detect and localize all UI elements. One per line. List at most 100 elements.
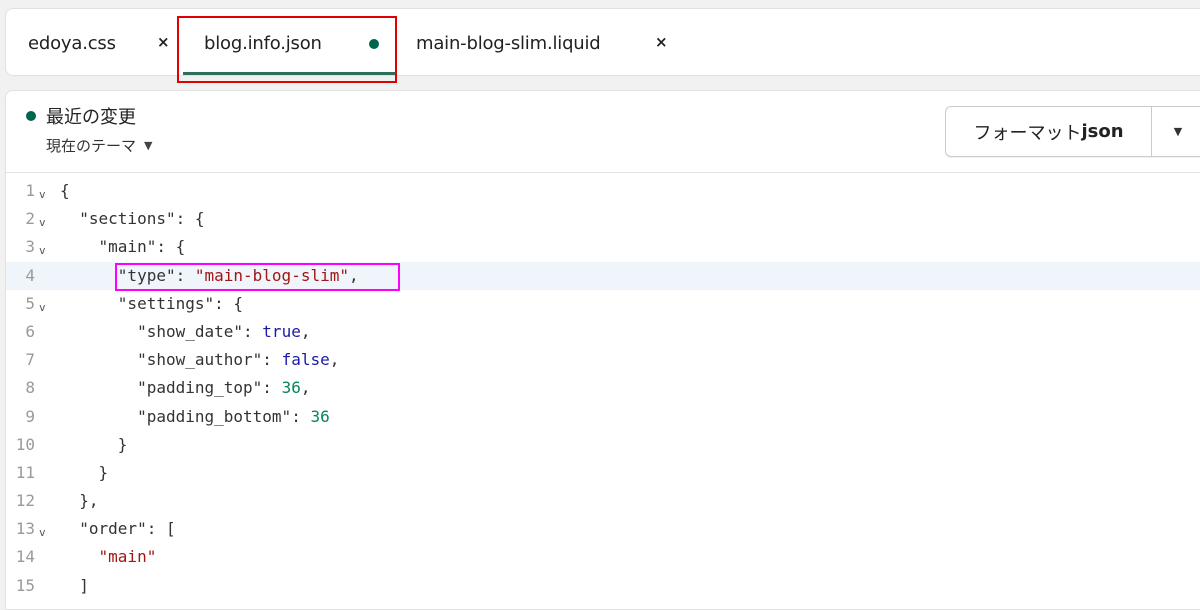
code-text: "type": "main-blog-slim", — [60, 262, 359, 290]
dot-icon — [26, 111, 36, 121]
code-token: { — [60, 181, 70, 200]
tab-label: main-blog-slim.liquid — [416, 33, 601, 54]
code-line: 14 "main" — [6, 543, 1200, 571]
code-line: 10 } — [6, 431, 1200, 459]
json-key: "main" — [98, 237, 157, 257]
dot-icon — [369, 39, 379, 49]
tab-label: edoya.css — [28, 33, 116, 54]
line-number: 1 — [25, 181, 35, 200]
code-text: "padding_bottom": 36 — [60, 403, 330, 431]
json-number: 36 — [281, 378, 301, 398]
code-text: "main" — [60, 543, 157, 571]
code-line: 7 "show_author": false, — [6, 346, 1200, 374]
json-key: "type" — [117, 265, 176, 285]
code-token: : — [262, 350, 282, 370]
code-token: ] — [79, 575, 89, 595]
code-token: : — [291, 406, 311, 426]
code-text: "order": [ — [60, 515, 176, 543]
divider — [6, 172, 1200, 173]
code-text: } — [60, 459, 109, 487]
code-token: : — [175, 265, 195, 285]
line-number: 15 — [15, 575, 35, 595]
tab-bar: edoya.css × blog.info.json main-blog-sli… — [5, 8, 1200, 76]
line-number: 7 — [25, 350, 35, 370]
code-text: ] — [60, 572, 89, 600]
code-line: 2 v "sections": { — [6, 205, 1200, 233]
code-line: 3 v "main": { — [6, 233, 1200, 261]
code-line: 11 } — [6, 459, 1200, 487]
code-line: 5 v "settings": { — [6, 290, 1200, 318]
line-number: 2 — [25, 209, 35, 229]
theme-select-label: 現在のテーマ — [46, 137, 137, 155]
code-line-active: 4 "type": "main-blog-slim", — [6, 261, 1200, 290]
code-text: "settings": { — [60, 290, 243, 318]
line-number: 3 — [25, 237, 35, 257]
code-token: : { — [175, 209, 205, 229]
code-token: } — [117, 434, 128, 454]
active-tab-indicator — [183, 72, 395, 75]
code-text: "main": { — [60, 233, 186, 261]
code-line: 1 v { — [6, 177, 1200, 205]
close-icon[interactable]: × — [157, 33, 170, 51]
code-text: "show_author": false, — [60, 346, 339, 374]
caret-down-icon: ▼ — [144, 139, 153, 152]
recent-changes-label: 最近の変更 — [46, 107, 136, 128]
tab-main-blog-slim-liquid[interactable]: main-blog-slim.liquid × — [416, 9, 676, 77]
json-string: "main" — [98, 547, 157, 567]
json-boolean: false — [281, 350, 330, 370]
tab-blog-info-json[interactable]: blog.info.json — [204, 9, 394, 77]
json-boolean: true — [262, 321, 301, 341]
code-token: , — [300, 378, 311, 398]
line-number: 4 — [25, 265, 35, 285]
code-token: , — [300, 321, 311, 341]
code-token: : { — [214, 293, 244, 313]
code-text: "sections": { — [60, 205, 205, 233]
json-key: "padding_top" — [137, 378, 263, 398]
line-number: 11 — [15, 462, 35, 482]
line-number: 10 — [15, 434, 35, 454]
code-token: } — [98, 462, 109, 482]
code-line: 13 v "order": [ — [6, 515, 1200, 543]
line-number: 6 — [25, 321, 35, 341]
tab-edoya-css[interactable]: edoya.css × — [28, 9, 178, 77]
format-json-button[interactable]: フォーマット json — [946, 107, 1151, 156]
theme-select[interactable]: 現在のテーマ ▼ — [46, 135, 152, 156]
code-token: : [ — [146, 519, 176, 539]
json-string: "main-blog-slim" — [194, 265, 349, 285]
line-number: 14 — [15, 547, 35, 567]
line-number: 9 — [25, 406, 35, 426]
json-key: "order" — [79, 519, 147, 539]
code-token: : — [243, 321, 263, 341]
code-token: : { — [156, 237, 186, 257]
code-line: 8 "padding_top": 36, — [6, 374, 1200, 402]
json-number: 36 — [310, 406, 330, 426]
code-token: : — [262, 378, 282, 398]
json-key: "settings" — [117, 293, 215, 313]
editor-panel: 最近の変更 現在のテーマ ▼ フォーマット json ▼ 1 v { 2 v "s… — [5, 90, 1200, 610]
code-token: }, — [79, 491, 99, 511]
code-line: 6 "show_date": true, — [6, 318, 1200, 346]
line-number: 13 — [15, 519, 35, 539]
format-options-button[interactable]: ▼ — [1152, 107, 1200, 156]
code-text: { — [60, 177, 70, 205]
code-line: 15 ] — [6, 572, 1200, 600]
tab-label: blog.info.json — [204, 33, 322, 54]
code-token: , — [348, 265, 359, 285]
close-icon[interactable]: × — [655, 33, 668, 51]
format-button-suffix: json — [1081, 121, 1124, 142]
code-token: , — [329, 350, 340, 370]
caret-down-icon: ▼ — [1173, 125, 1183, 138]
code-editor[interactable]: 1 v { 2 v "sections": { 3 v "main": { 4 … — [6, 177, 1200, 600]
code-text: } — [60, 431, 128, 459]
json-key: "show_author" — [137, 350, 263, 370]
line-number: 5 — [25, 293, 35, 313]
code-text: }, — [60, 487, 99, 515]
line-number: 12 — [15, 491, 35, 511]
line-number: 8 — [25, 378, 35, 398]
format-button-group: フォーマット json ▼ — [945, 106, 1200, 157]
code-line: 9 "padding_bottom": 36 — [6, 403, 1200, 431]
code-line: 12 }, — [6, 487, 1200, 515]
json-key: "show_date" — [137, 321, 244, 341]
recent-changes[interactable]: 最近の変更 — [26, 103, 136, 129]
code-text: "show_date": true, — [60, 318, 310, 346]
